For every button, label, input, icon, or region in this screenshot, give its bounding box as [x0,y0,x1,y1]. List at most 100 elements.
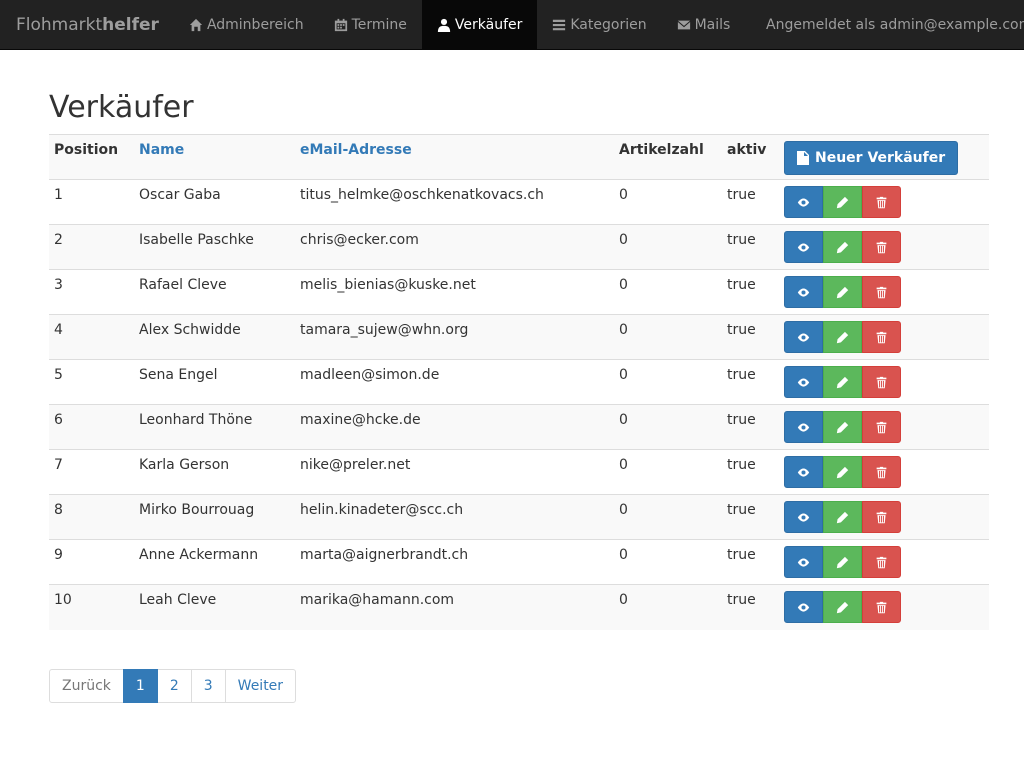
logged-in-status[interactable]: Angemeldet als admin@example.com [766,0,1024,50]
pagination-next[interactable]: Weiter [224,669,297,703]
cell-active: true [722,494,778,540]
trash-icon [876,556,887,568]
edit-button[interactable] [823,276,862,308]
column-header-email[interactable]: eMail-Adresse [295,134,614,180]
edit-button[interactable] [823,366,862,398]
table-row: 7 Karla Gerson nike@preler.net 0 true [49,449,989,495]
cell-active: true [722,359,778,405]
edit-button[interactable] [823,231,862,263]
file-icon [797,151,809,165]
cell-position: 4 [49,314,134,360]
cell-position: 3 [49,269,134,315]
cell-email: nike@preler.net [295,449,614,495]
cell-name: Anne Ackermann [134,539,295,585]
cell-email: marika@hamann.com [295,584,614,630]
trash-icon [876,421,887,433]
trash-icon [876,196,887,208]
nav-item-mails[interactable]: Mails [662,0,746,49]
pencil-icon [836,466,849,478]
cell-articles: 0 [614,359,722,405]
cell-actions [778,224,989,270]
cell-position: 6 [49,404,134,450]
delete-button[interactable] [862,591,901,623]
row-action-group [784,591,901,623]
view-button[interactable] [784,546,823,578]
cell-position: 5 [49,359,134,405]
cell-email: chris@ecker.com [295,224,614,270]
view-button[interactable] [784,366,823,398]
cell-active: true [722,269,778,315]
page-title: Verkäufer [49,90,194,125]
pagination-prev[interactable]: Zurück [49,669,124,703]
pencil-icon [836,241,849,253]
new-seller-button[interactable]: Neuer Verkäufer [784,141,959,175]
view-button[interactable] [784,591,823,623]
cell-articles: 0 [614,539,722,585]
edit-button[interactable] [823,591,862,623]
cell-actions [778,404,989,450]
cell-name: Mirko Bourrouag [134,494,295,540]
pagination-page-1[interactable]: 1 [122,669,158,703]
row-action-group [784,231,901,263]
delete-button[interactable] [862,186,901,218]
cell-articles: 0 [614,179,722,225]
delete-button[interactable] [862,501,901,533]
view-button[interactable] [784,411,823,443]
pencil-icon [836,511,849,523]
cell-articles: 0 [614,494,722,540]
pagination-page-2[interactable]: 2 [156,669,192,703]
edit-button[interactable] [823,546,862,578]
sellers-table: Position Name eMail-Adresse Artikelzahl … [49,134,989,630]
cell-articles: 0 [614,314,722,360]
pencil-icon [836,376,849,388]
table-row: 10 Leah Cleve marika@hamann.com 0 true [49,584,989,630]
delete-button[interactable] [862,411,901,443]
edit-button[interactable] [823,501,862,533]
table-row: 2 Isabelle Paschke chris@ecker.com 0 true [49,224,989,270]
column-header-name[interactable]: Name [134,134,295,180]
delete-button[interactable] [862,546,901,578]
delete-button[interactable] [862,456,901,488]
edit-button[interactable] [823,456,862,488]
nav-item-termine[interactable]: Termine [319,0,422,49]
nav-item-adminbereich[interactable]: Adminbereich [174,0,319,49]
main-container: Verkäufer Position Name eMail-Adresse Ar… [49,51,989,630]
cell-email: maxine@hcke.de [295,404,614,450]
nav-label: Termine [351,16,407,33]
eye-icon [797,557,810,567]
view-button[interactable] [784,186,823,218]
edit-button[interactable] [823,321,862,353]
row-action-group [784,501,901,533]
delete-button[interactable] [862,231,901,263]
edit-button[interactable] [823,411,862,443]
cell-name: Leah Cleve [134,584,295,630]
table-row: 9 Anne Ackermann marta@aignerbrandt.ch 0 tru… [49,539,989,585]
cell-name: Oscar Gaba [134,179,295,225]
nav-label: Verkäufer [454,16,523,33]
view-button[interactable] [784,501,823,533]
nav-item-verkaeufer[interactable]: Verkäufer [421,0,538,49]
cell-actions [778,179,989,225]
delete-button[interactable] [862,276,901,308]
cell-articles: 0 [614,269,722,315]
cell-actions [778,494,989,540]
pagination-page-3[interactable]: 3 [190,669,226,703]
view-button[interactable] [784,276,823,308]
calendar-icon [334,18,347,31]
user-icon [437,18,451,32]
nav-item-kategorien[interactable]: Kategorien [537,0,661,49]
delete-button[interactable] [862,321,901,353]
home-icon [189,18,203,31]
eye-icon [797,242,810,252]
view-button[interactable] [784,231,823,263]
row-action-group [784,366,901,398]
table-row: 4 Alex Schwidde tamara_sujew@whn.org 0 true [49,314,989,360]
view-button[interactable] [784,321,823,353]
brand-logo[interactable]: Flohmarkt helfer [0,0,174,49]
column-header-articles: Artikelzahl [614,134,722,180]
delete-button[interactable] [862,366,901,398]
view-button[interactable] [784,456,823,488]
table-row: 1 Oscar Gaba titus_helmke@oschkenatkovacs.… [49,179,989,225]
cell-active: true [722,314,778,360]
edit-button[interactable] [823,186,862,218]
